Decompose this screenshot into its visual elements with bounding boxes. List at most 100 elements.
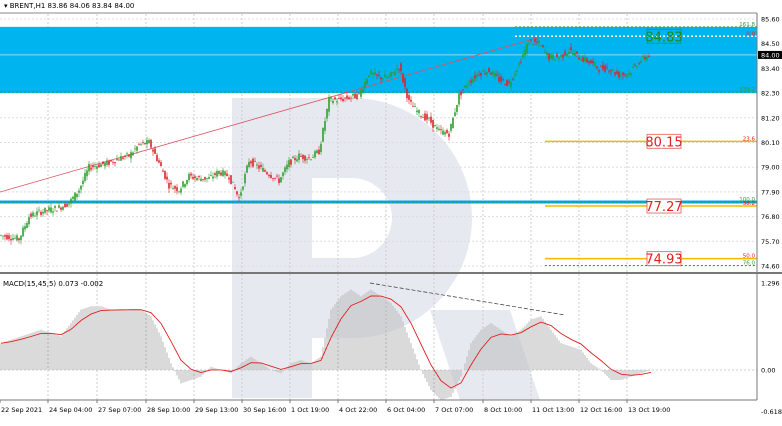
candle-body bbox=[132, 152, 134, 156]
fibo-level-label: 23.6 bbox=[743, 136, 756, 142]
candle-body bbox=[320, 143, 322, 153]
candle-body bbox=[572, 53, 574, 55]
candle-body bbox=[590, 60, 592, 64]
candle-body bbox=[282, 172, 284, 177]
candle-body bbox=[34, 215, 36, 217]
candle-body bbox=[520, 61, 522, 63]
candle-body bbox=[84, 173, 86, 181]
candle-body bbox=[128, 154, 130, 157]
candle-body bbox=[170, 182, 172, 185]
candle-body bbox=[384, 74, 386, 78]
candle-body bbox=[456, 104, 458, 112]
candle-body bbox=[442, 130, 444, 135]
candle-body bbox=[628, 72, 630, 75]
candle-body bbox=[410, 99, 412, 102]
candle-body bbox=[598, 70, 600, 72]
candle-body bbox=[402, 73, 404, 83]
candle-body bbox=[606, 67, 608, 69]
candle-body bbox=[76, 193, 78, 198]
candle-body bbox=[526, 43, 528, 54]
candle-body bbox=[146, 140, 148, 145]
candle-body bbox=[586, 58, 588, 63]
candle-body bbox=[368, 75, 370, 77]
candle-body bbox=[306, 159, 308, 160]
candle-body bbox=[468, 83, 470, 85]
candle-body bbox=[514, 74, 516, 76]
candle-body bbox=[344, 97, 346, 99]
candle-body bbox=[570, 47, 572, 51]
chart-canvas[interactable]: 22 Sep 2021 24 Sep 04:00 27 Sep 07:00 28 Se… bbox=[0, 0, 782, 426]
candle-body bbox=[414, 105, 416, 107]
candle-body bbox=[440, 129, 442, 131]
candle-body bbox=[178, 191, 180, 193]
price-target-label: 77.27 bbox=[645, 200, 682, 215]
candle-body bbox=[228, 177, 230, 180]
candle-body bbox=[392, 72, 394, 74]
symbol-header: ▾ BRENT,H1 83.86 84.06 83.84 84.00 bbox=[4, 2, 134, 10]
candle-body bbox=[122, 157, 124, 159]
candle-body bbox=[644, 57, 646, 59]
price-label: 74.60 bbox=[761, 263, 780, 271]
candle-body bbox=[214, 173, 216, 175]
candle-body bbox=[364, 81, 366, 89]
candle-body bbox=[566, 53, 568, 57]
candle-body bbox=[90, 167, 92, 170]
candle-body bbox=[532, 44, 534, 46]
time-label: 24 Sep 04:00 bbox=[49, 406, 92, 414]
candle-body bbox=[438, 128, 440, 131]
candle-body bbox=[166, 176, 168, 180]
candle-body bbox=[290, 159, 292, 165]
candle-body bbox=[150, 139, 152, 148]
candle-body bbox=[120, 156, 122, 161]
candle-body bbox=[260, 164, 262, 167]
candle-body bbox=[110, 160, 112, 162]
time-label: 29 Sep 13:00 bbox=[195, 406, 238, 414]
candle-body bbox=[362, 89, 364, 93]
candle-body bbox=[452, 117, 454, 129]
candle-body bbox=[256, 164, 258, 166]
time-label: 1 Oct 19:00 bbox=[291, 406, 329, 414]
candle-body bbox=[352, 93, 354, 96]
candle-body bbox=[104, 162, 106, 167]
candle-body bbox=[536, 41, 538, 43]
candle-body bbox=[10, 238, 12, 241]
candle-body bbox=[418, 110, 420, 114]
candle-body bbox=[454, 112, 456, 117]
candle-body bbox=[138, 143, 140, 145]
candle-body bbox=[48, 207, 50, 211]
candle-body bbox=[172, 188, 174, 190]
dropdown-icon[interactable]: ▾ bbox=[4, 2, 8, 10]
candle-body bbox=[126, 153, 128, 155]
candle-body bbox=[642, 56, 644, 58]
trading-chart[interactable]: 22 Sep 2021 24 Sep 04:00 27 Sep 07:00 28 Se… bbox=[0, 0, 782, 426]
candle-body bbox=[488, 67, 490, 73]
candle-body bbox=[444, 132, 446, 135]
candle-body bbox=[40, 211, 42, 215]
candle-body bbox=[504, 84, 506, 86]
candle-body bbox=[52, 211, 54, 213]
candle-body bbox=[330, 96, 332, 99]
candle-body bbox=[646, 56, 648, 61]
candle-body bbox=[308, 157, 310, 159]
candle-body bbox=[604, 65, 606, 72]
candle-body bbox=[262, 167, 264, 172]
symbol-info: BRENT,H1 83.86 84.06 83.84 84.00 bbox=[9, 2, 135, 10]
candle-body bbox=[370, 70, 372, 75]
candle-body bbox=[86, 170, 88, 177]
candle-body bbox=[516, 70, 518, 73]
fibo-level-label: 38.2 bbox=[743, 201, 755, 207]
candle-body bbox=[56, 210, 58, 212]
candle-body bbox=[476, 74, 478, 78]
candle-body bbox=[98, 164, 100, 168]
candle-body bbox=[96, 166, 98, 169]
candle-body bbox=[318, 149, 320, 155]
candle-body bbox=[546, 52, 548, 55]
candle-body bbox=[244, 173, 246, 184]
candle-body bbox=[322, 127, 324, 142]
candle-body bbox=[176, 187, 178, 192]
time-label: 28 Sep 10:00 bbox=[147, 406, 190, 414]
candle-body bbox=[466, 86, 468, 88]
candle-body bbox=[562, 54, 564, 58]
candle-body bbox=[196, 178, 198, 181]
candle-body bbox=[528, 43, 530, 45]
